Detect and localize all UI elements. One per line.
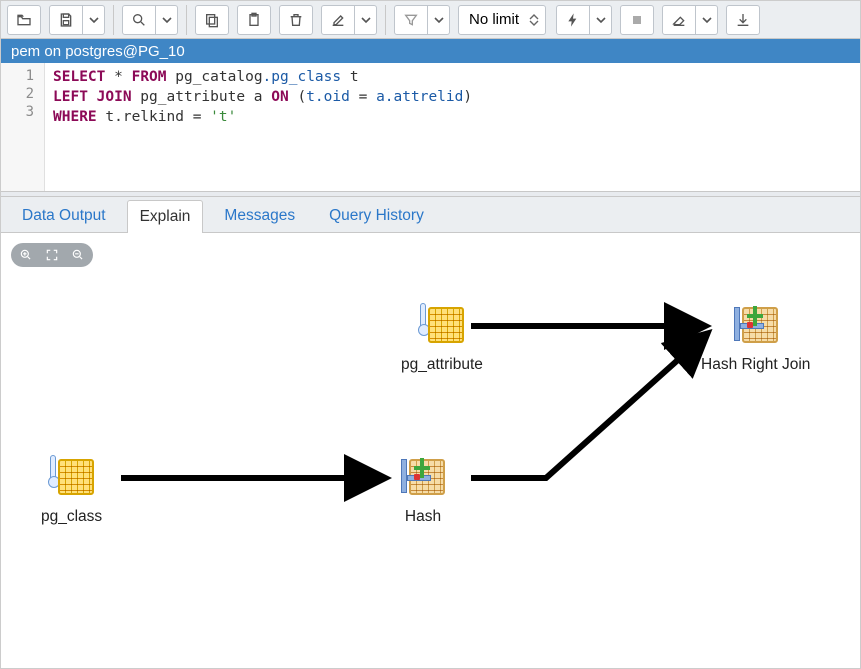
folder-open-icon: [16, 12, 32, 28]
chevron-down-icon: [596, 15, 606, 25]
seq-scan-icon: [420, 303, 464, 347]
paste-icon: [246, 12, 262, 28]
stop-icon: [629, 12, 645, 28]
stop-button[interactable]: [620, 5, 654, 35]
explain-node-hash-right-join[interactable]: Hash Right Join: [701, 303, 810, 374]
connection-header: pem on postgres@PG_10: [1, 39, 860, 63]
hash-icon: [401, 455, 445, 499]
execute-dropdown-button[interactable]: [590, 5, 612, 35]
filter-dropdown-button[interactable]: [428, 5, 450, 35]
edit-dropdown-button[interactable]: [355, 5, 377, 35]
execute-button[interactable]: [556, 5, 590, 35]
tab-explain[interactable]: Explain: [127, 200, 204, 233]
line-gutter: 1 2 3: [1, 63, 45, 191]
download-button[interactable]: [726, 5, 760, 35]
query-tool-window: No limit pem on postgres@PG_10: [0, 0, 861, 669]
chevron-down-icon: [702, 15, 712, 25]
connection-title: pem on postgres@PG_10: [11, 43, 185, 60]
save-button[interactable]: [49, 5, 83, 35]
copy-icon: [204, 12, 220, 28]
chevron-down-icon: [89, 15, 99, 25]
explain-panel: pg_attribute Hash Right Join pg_class Ha…: [1, 233, 860, 668]
eraser-icon: [671, 12, 687, 28]
spinner-icon: [529, 13, 539, 27]
save-dropdown-button[interactable]: [83, 5, 105, 35]
clear-dropdown-button[interactable]: [696, 5, 718, 35]
row-limit-label: No limit: [469, 11, 519, 28]
tab-query-history[interactable]: Query History: [316, 199, 437, 232]
tab-messages[interactable]: Messages: [211, 199, 308, 232]
sql-editor[interactable]: 1 2 3 SELECT * FROM pg_catalog.pg_class …: [1, 63, 860, 191]
paste-button[interactable]: [237, 5, 271, 35]
search-icon: [131, 12, 147, 28]
filter-icon: [403, 12, 419, 28]
code-area[interactable]: SELECT * FROM pg_catalog.pg_class t LEFT…: [45, 63, 860, 191]
output-tabs: Data Output Explain Messages Query Histo…: [1, 197, 860, 233]
chevron-down-icon: [162, 15, 172, 25]
save-icon: [58, 12, 74, 28]
edit-icon: [330, 12, 346, 28]
chevron-down-icon: [434, 15, 444, 25]
filter-button[interactable]: [394, 5, 428, 35]
explain-node-hash[interactable]: Hash: [401, 455, 445, 526]
seq-scan-icon: [50, 455, 94, 499]
download-icon: [735, 12, 751, 28]
edit-button[interactable]: [321, 5, 355, 35]
trash-icon: [288, 12, 304, 28]
hash-join-icon: [734, 303, 778, 347]
delete-row-button[interactable]: [279, 5, 313, 35]
tab-data-output[interactable]: Data Output: [9, 199, 119, 232]
explain-node-pg-attribute[interactable]: pg_attribute: [401, 303, 483, 374]
explain-node-pg-class[interactable]: pg_class: [41, 455, 102, 526]
find-dropdown-button[interactable]: [156, 5, 178, 35]
explain-diagram[interactable]: [1, 233, 860, 665]
copy-button[interactable]: [195, 5, 229, 35]
bolt-icon: [565, 12, 581, 28]
toolbar: No limit: [1, 1, 860, 39]
clear-button[interactable]: [662, 5, 696, 35]
row-limit-select[interactable]: No limit: [458, 5, 546, 35]
chevron-down-icon: [361, 15, 371, 25]
open-file-button[interactable]: [7, 5, 41, 35]
find-button[interactable]: [122, 5, 156, 35]
